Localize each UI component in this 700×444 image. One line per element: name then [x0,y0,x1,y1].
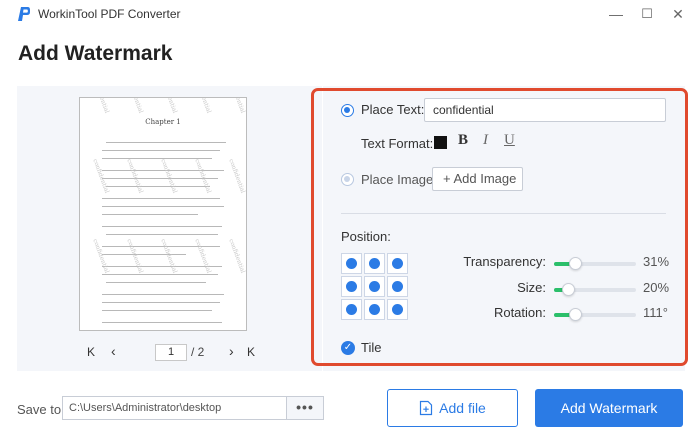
document-text-line [106,282,206,284]
watermark-tile-text: confidential [125,238,145,275]
add-image-button[interactable]: + Add Image [432,167,523,191]
document-text-line [102,214,198,216]
prev-page-button[interactable]: ‹ [111,343,116,359]
minimize-button[interactable]: — [605,4,627,24]
watermark-text-input[interactable]: confidential [424,98,666,122]
watermark-tile-text: confidential [159,98,178,114]
browse-button[interactable]: ••• [286,396,324,420]
watermark-tile-text: confidential [227,158,247,195]
document-text-line [102,254,186,256]
watermark-tile-text: confidential [159,158,179,195]
watermark-tile-text: confidential [91,238,111,275]
document-text-line [102,302,220,304]
place-image-radio[interactable] [341,173,354,186]
add-file-button[interactable]: Add file [387,389,518,427]
add-file-label: Add file [439,400,486,416]
place-image-label: Place Image: [361,172,437,187]
slider-value: 31% [643,254,670,269]
watermark-tile-text: confidential [91,98,110,114]
position-cell[interactable] [364,253,385,274]
pager: K ‹ 1 / 2 › K [87,343,257,362]
position-cell[interactable] [341,253,362,274]
italic-button[interactable]: I [483,132,488,149]
slider-knob[interactable] [569,257,582,270]
document-text-line [102,226,222,228]
position-cell[interactable] [341,276,362,297]
slider-value: 111° [643,305,668,320]
slider-track[interactable] [554,308,636,321]
document-text-line [106,234,218,236]
save-path-input[interactable]: C:\Users\Administrator\desktop [62,396,286,420]
text-color-swatch[interactable] [434,136,447,149]
slider-knob[interactable] [569,308,582,321]
document-text-line [102,310,212,312]
slider-label: Size: [517,280,546,295]
place-text-radio[interactable] [341,104,354,117]
preview-panel: Chapter 1 confidential confidential confid… [17,86,322,371]
app-window: WorkinTool PDF Converter — ☐ ✕ Add Water… [0,0,700,444]
page-total: / 2 [191,345,205,359]
watermark-tile-text: confidential [193,98,212,114]
watermark-tile-text: confidential [227,238,247,275]
slider-track[interactable] [554,257,636,270]
position-cell[interactable] [341,299,362,320]
tile-label: Tile [361,340,382,355]
underline-button[interactable]: U [504,132,515,149]
add-file-icon [420,400,433,416]
watermark-tile-text: confidential [91,158,111,195]
tile-checkbox[interactable]: ✓ [341,341,355,355]
title-bar: WorkinTool PDF Converter — ☐ ✕ [0,0,700,28]
document-text-line [102,206,224,208]
slider-label: Transparency: [463,254,546,269]
position-cell[interactable] [387,299,408,320]
page-number-input[interactable]: 1 [155,344,187,361]
watermark-tile-text: confidential [159,238,179,275]
document-text-line [102,294,224,296]
position-cell[interactable] [387,253,408,274]
document-text-line [102,322,222,324]
page-title: Add Watermark [18,42,173,65]
document-text-line [102,274,218,276]
document-text-line [106,330,198,331]
slider-track[interactable] [554,283,636,296]
next-page-button[interactable]: › [229,343,234,359]
document-chapter-heading: Chapter 1 [145,118,181,126]
app-title: WorkinTool PDF Converter [38,7,181,21]
place-text-label: Place Text: [361,102,425,117]
slider-knob[interactable] [562,283,575,296]
last-page-button[interactable]: K [247,345,255,359]
position-label: Position: [341,229,391,244]
position-cell[interactable] [387,276,408,297]
document-text-line [106,186,210,188]
save-to-label: Save to: [17,402,65,417]
document-preview: Chapter 1 confidential confidential confid… [79,97,247,331]
add-watermark-button[interactable]: Add Watermark [535,389,683,427]
watermark-tile-text: confidential [125,98,144,114]
watermark-tile-text: confidential [193,158,213,195]
close-button[interactable]: ✕ [667,4,689,24]
slider-value: 20% [643,280,670,295]
document-text-line [102,150,220,152]
text-format-label: Text Format: [361,136,434,151]
document-text-line [106,142,226,144]
position-cell[interactable] [364,299,385,320]
options-divider [341,213,666,214]
watermark-tile-text: confidential [193,238,213,275]
watermark-tile-text: confidential [125,158,145,195]
watermark-tile-text: confidential [227,98,246,114]
position-cell[interactable] [364,276,385,297]
slider-label: Rotation: [493,305,546,320]
app-logo-icon [18,7,30,21]
first-page-button[interactable]: K [87,345,95,359]
position-grid [341,253,408,321]
bold-button[interactable]: B [458,132,468,149]
document-text-line [102,198,220,200]
maximize-button[interactable]: ☐ [636,4,658,24]
